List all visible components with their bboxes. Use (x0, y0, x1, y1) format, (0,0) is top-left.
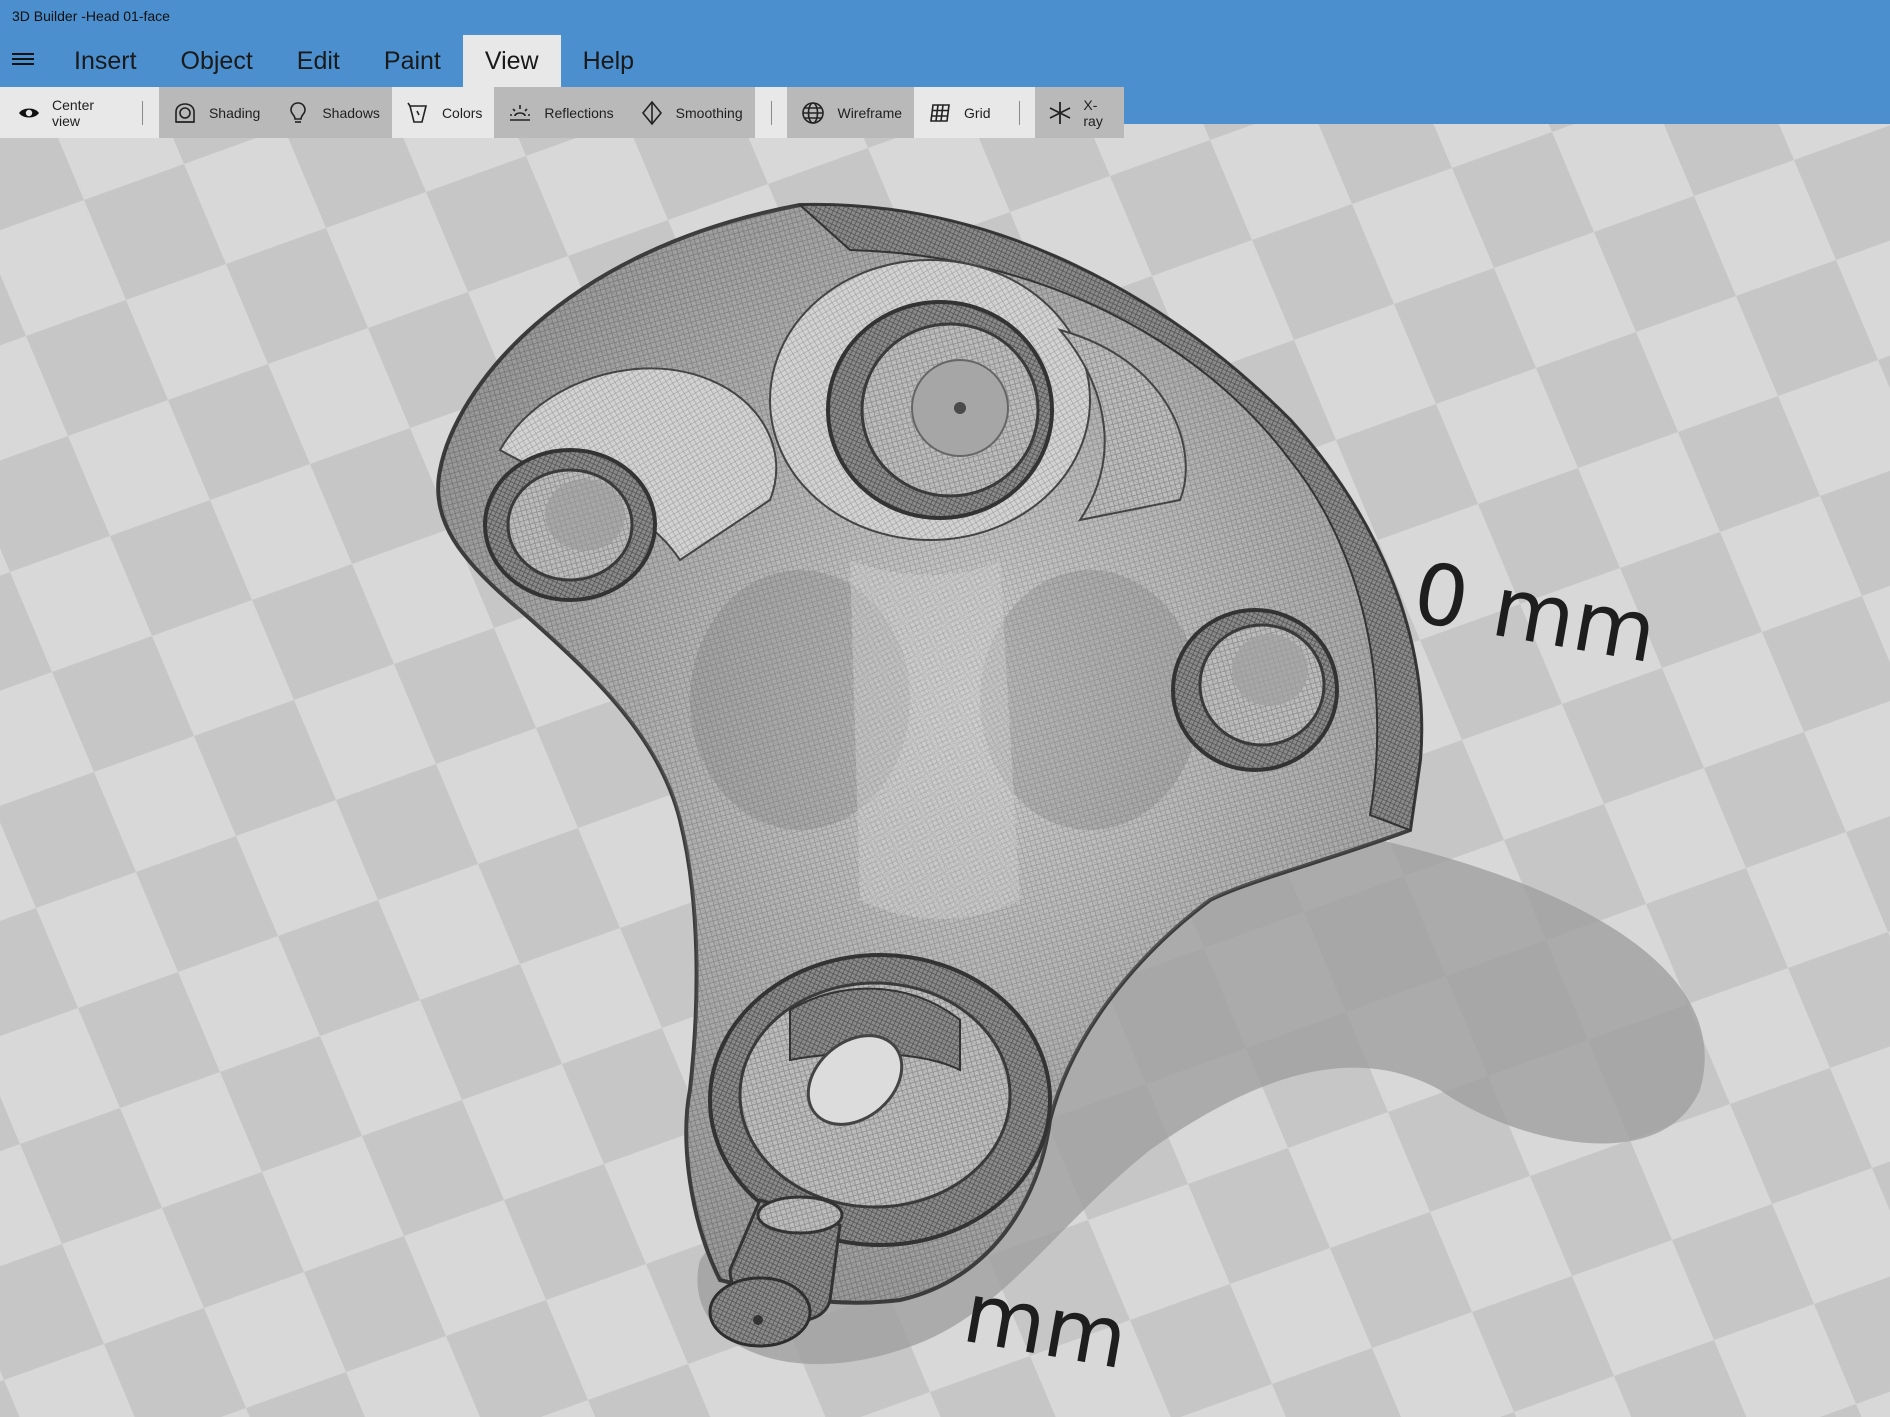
xray-label: X-ray (1083, 96, 1103, 129)
reflections-label: Reflections (544, 104, 614, 121)
tab-edit[interactable]: Edit (275, 35, 362, 87)
asterisk-icon (1047, 99, 1073, 127)
menu-tabs: Insert Object Edit Paint View Help (52, 35, 656, 87)
globe-icon (799, 99, 827, 127)
lightbulb-icon (284, 99, 312, 127)
tab-help[interactable]: Help (561, 35, 656, 87)
smoothing-icon (638, 99, 666, 127)
reflections-icon (506, 99, 534, 127)
shadows-label: Shadows (322, 104, 380, 121)
shading-button[interactable]: Shading (158, 87, 273, 138)
smoothing-button[interactable]: Smoothing (625, 87, 755, 138)
3d-viewport[interactable]: 0 mm mm (0, 124, 1890, 1417)
center-view-label: Center view (52, 96, 95, 129)
wireframe-button[interactable]: Wireframe (787, 87, 915, 138)
toolbar-divider (1018, 100, 1020, 125)
wireframe-label: Wireframe (837, 104, 903, 121)
smoothing-label: Smoothing (675, 104, 743, 121)
toolbar-divider (142, 100, 143, 125)
shading-icon (171, 99, 199, 127)
grid-button[interactable]: Grid (914, 87, 1002, 138)
grid-icon (926, 99, 954, 127)
window-title: 3D Builder -Head 01-face (12, 8, 170, 24)
xray-button[interactable]: X-ray (1035, 87, 1124, 138)
colors-label: Colors (441, 104, 483, 121)
view-toolbar: Center view Shading Shadows Colors Refle… (0, 87, 1124, 138)
paint-bucket-icon (404, 99, 432, 127)
eye-icon (16, 99, 42, 127)
shading-label: Shading (208, 104, 261, 121)
tab-paint[interactable]: Paint (362, 35, 463, 87)
tab-view[interactable]: View (462, 35, 561, 87)
toolbar-divider (770, 100, 772, 125)
tab-object[interactable]: Object (159, 35, 275, 87)
colors-button[interactable]: Colors (392, 87, 494, 138)
center-view-button[interactable]: Center view (4, 87, 126, 138)
hamburger-menu-icon[interactable] (12, 48, 34, 70)
shadows-button[interactable]: Shadows (272, 87, 392, 138)
reflections-button[interactable]: Reflections (494, 87, 626, 138)
tab-insert[interactable]: Insert (52, 35, 159, 87)
grid-label: Grid (964, 104, 991, 121)
